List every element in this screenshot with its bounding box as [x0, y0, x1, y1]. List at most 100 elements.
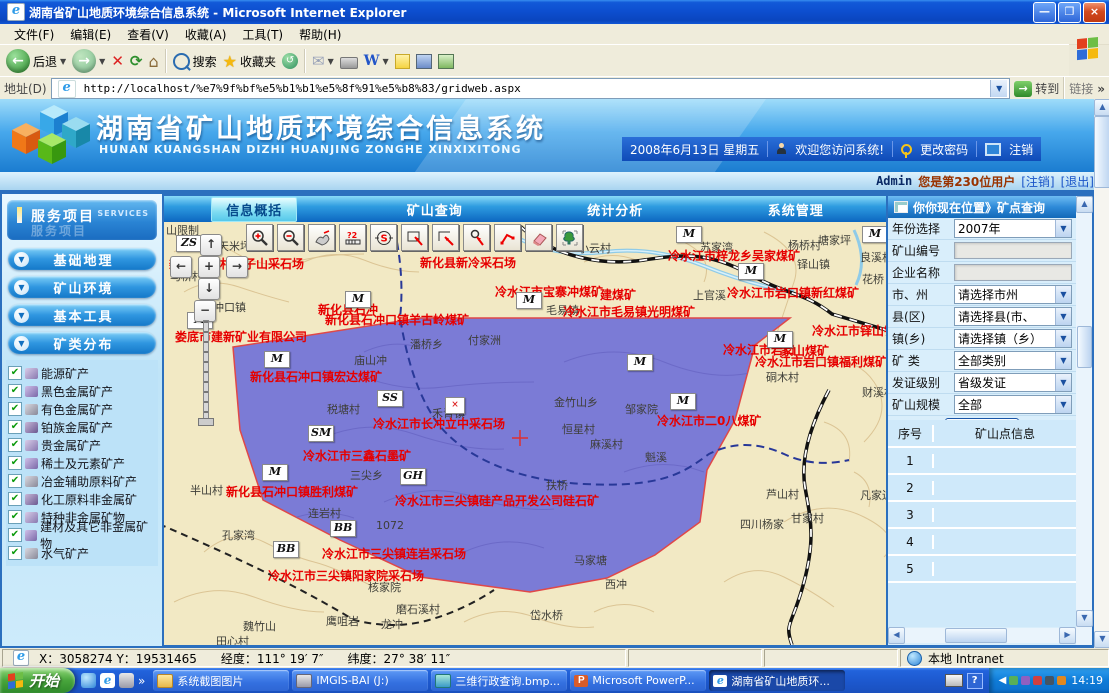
favorites-button[interactable]: ★收藏夹 [223, 52, 276, 71]
close-button[interactable]: × [1083, 2, 1106, 23]
taskbar-task[interactable]: IMGIS-BAI (J:) [292, 670, 428, 691]
pan-center-button[interactable]: + [198, 256, 220, 278]
layer-item[interactable]: ✔ 冶金辅助原料矿产 [8, 472, 156, 490]
sidebar-section-3[interactable]: ▼ 矿类分布 [8, 332, 156, 354]
tray-icon[interactable] [1021, 676, 1030, 685]
tray-icon[interactable] [1009, 676, 1018, 685]
logout-link[interactable]: 注销 [1009, 141, 1033, 158]
menu-item[interactable]: 查看(V) [119, 24, 177, 45]
result-row[interactable]: 3 [888, 502, 1076, 529]
pan-down-button[interactable]: ↓ [198, 278, 220, 300]
restore-button[interactable]: ❐ [1058, 2, 1081, 23]
search-button[interactable]: 搜索 [173, 53, 217, 70]
stop-button[interactable]: ✕ [111, 52, 124, 70]
taskbar-task[interactable]: 系统截图图片 [153, 670, 289, 691]
back-button[interactable]: ←后退▼ [6, 49, 66, 73]
clear-selection-button[interactable] [432, 224, 459, 251]
map-marker[interactable]: M [627, 354, 653, 371]
map-marker[interactable]: SM [308, 425, 334, 442]
research-button[interactable] [416, 54, 432, 69]
pan-right-button[interactable]: → [226, 256, 248, 278]
history-button[interactable]: ↺ [282, 53, 298, 69]
page-scrollbar[interactable]: ▲ ▼ [1094, 99, 1109, 648]
map-marker[interactable]: × [445, 397, 465, 414]
taskbar-task[interactable]: e 湖南省矿山地质环... [709, 670, 845, 691]
layers-tree-button[interactable] [556, 224, 583, 251]
menu-item[interactable]: 文件(F) [6, 24, 62, 45]
measure-line-button[interactable] [494, 224, 521, 251]
tab-0[interactable]: 信息概括 [164, 196, 345, 222]
layer-item[interactable]: ✔ 铂族金属矿产 [8, 418, 156, 436]
result-row[interactable]: 5 [888, 556, 1076, 583]
address-input[interactable]: e http://localhost/%e7%9f%bf%e5%b1%b1%e5… [51, 78, 1011, 99]
layer-item[interactable]: ✔ 能源矿产 [8, 364, 156, 382]
select-field[interactable]: 全部类别▼ [954, 351, 1072, 370]
select-field[interactable]: 请选择市州▼ [954, 285, 1072, 304]
result-row[interactable]: 4 [888, 529, 1076, 556]
sidebar-section-2[interactable]: ▼ 基本工具 [8, 304, 156, 326]
scroll-down-icon[interactable]: ▼ [1076, 610, 1093, 627]
keyboard-icon[interactable] [945, 674, 963, 687]
checkbox-checked-icon[interactable]: ✔ [8, 438, 22, 452]
minimize-button[interactable]: — [1033, 2, 1056, 23]
checkbox-checked-icon[interactable]: ✔ [8, 528, 22, 542]
select-rectangle-button[interactable] [401, 224, 428, 251]
result-row[interactable]: 2 [888, 475, 1076, 502]
sidebar-section-1[interactable]: ▼ 矿山环境 [8, 276, 156, 298]
measure-distance-button[interactable]: ?2 [339, 224, 366, 251]
scroll-right-icon[interactable]: ▶ [1059, 627, 1076, 644]
sidebar-section-0[interactable]: ▼ 基础地理 [8, 248, 156, 270]
chevron-down-icon[interactable]: ▼ [990, 80, 1007, 97]
identify-button[interactable] [463, 224, 490, 251]
pan-up-button[interactable]: ↑ [200, 234, 222, 256]
discuss-button[interactable] [395, 54, 410, 69]
quick-launch-more-chevron[interactable]: » [138, 674, 145, 688]
scrollbar-thumb[interactable] [1094, 116, 1109, 188]
ie-icon[interactable]: e [100, 673, 115, 688]
tray-icon[interactable] [1057, 676, 1066, 685]
scroll-left-icon[interactable]: ◀ [888, 627, 905, 644]
app-icon[interactable] [119, 673, 134, 688]
full-extent-button[interactable]: S [370, 224, 397, 251]
go-button[interactable]: →转到 [1014, 80, 1059, 97]
pan-left-button[interactable]: ← [170, 256, 192, 278]
map-marker[interactable]: M [738, 263, 764, 280]
map-marker[interactable]: BB [330, 520, 356, 537]
change-password-link[interactable]: 更改密码 [920, 141, 968, 158]
select-field[interactable]: 请选择县(市、▼ [954, 307, 1072, 326]
map-marker[interactable]: M [262, 464, 288, 481]
taskbar-task[interactable]: 三维行政查询.bmp... [431, 670, 567, 691]
refresh-button[interactable]: ⟳ [130, 52, 143, 70]
select-field[interactable]: 请选择镇（乡）▼ [954, 329, 1072, 348]
taskbar-task[interactable]: P Microsoft PowerP... [570, 670, 706, 691]
checkbox-checked-icon[interactable]: ✔ [8, 420, 22, 434]
logout-link[interactable]: [注销] [1021, 173, 1054, 190]
text-input[interactable] [954, 264, 1072, 281]
layer-item[interactable]: ✔ 稀土及元素矿产 [8, 454, 156, 472]
menu-item[interactable]: 工具(T) [234, 24, 291, 45]
exit-link[interactable]: [退出] [1061, 173, 1094, 190]
map-marker[interactable]: M [670, 393, 696, 410]
checkbox-checked-icon[interactable]: ✔ [8, 510, 22, 524]
tray-icon[interactable] [1033, 676, 1042, 685]
map-canvas[interactable]: 山限制天米坪小云村苏家湾杨桥村塘家坪良溪村铎山镇花桥马桥村冲口镇上官溪毛易镇付家… [164, 222, 886, 645]
messenger-button[interactable] [438, 54, 454, 69]
layer-item[interactable]: ✔ 有色金属矿产 [8, 400, 156, 418]
menu-item[interactable]: 编辑(E) [62, 24, 119, 45]
result-row[interactable]: 1 [888, 448, 1076, 475]
print-button[interactable] [340, 57, 358, 69]
menu-item[interactable]: 帮助(H) [291, 24, 349, 45]
map-marker[interactable]: M [767, 331, 793, 348]
tab-1[interactable]: 矿山查询 [345, 196, 526, 222]
panel-vertical-scrollbar[interactable]: ▲ ▼ [1076, 196, 1092, 645]
home-button[interactable]: ⌂ [148, 52, 158, 71]
help-icon[interactable]: ? [967, 673, 983, 689]
layer-item[interactable]: ✔ 贵金属矿产 [8, 436, 156, 454]
menu-item[interactable]: 收藏(A) [177, 24, 235, 45]
checkbox-checked-icon[interactable]: ✔ [8, 492, 22, 506]
map-marker[interactable]: M [264, 351, 290, 368]
text-input[interactable] [954, 242, 1072, 259]
map-marker[interactable]: BB [273, 541, 299, 558]
links-label[interactable]: 链接 [1069, 80, 1093, 97]
eraser-button[interactable] [525, 224, 552, 251]
